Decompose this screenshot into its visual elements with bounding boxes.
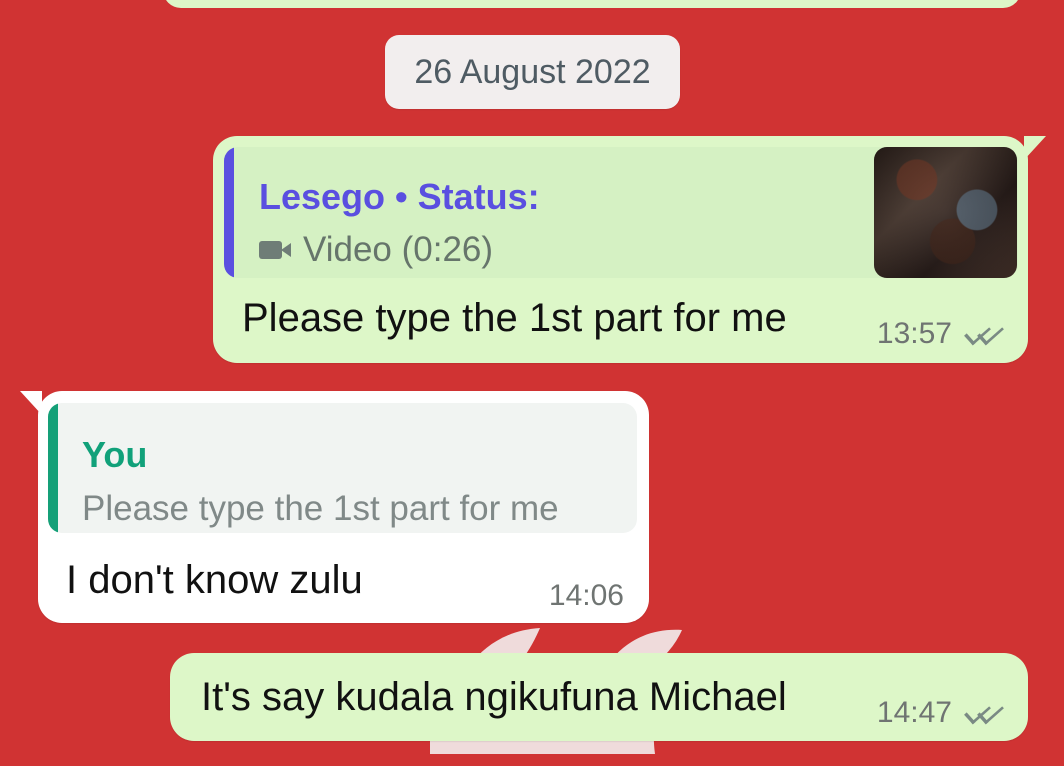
reply-subtitle: Video (0:26) [259, 230, 493, 270]
video-duration-label: Video (0:26) [303, 230, 494, 269]
status-video-thumbnail[interactable] [874, 147, 1017, 278]
reply-accent-bar [224, 147, 234, 278]
reply-author: You [82, 434, 148, 475]
message-bubble-2[interactable]: You Please type the 1st part for me I do… [20, 391, 649, 623]
date-separator: 26 August 2022 [385, 35, 680, 109]
double-check-icon [960, 322, 1004, 346]
message-meta: 13:57 [877, 317, 1004, 351]
message-tail [1024, 136, 1046, 160]
message-time: 14:06 [548, 579, 624, 612]
reply-title: Lesego • Status: [259, 176, 540, 217]
previous-message-fragment [163, 0, 1021, 8]
message-text: I don't know zulu [66, 558, 363, 602]
message-meta: 14:47 [877, 696, 1004, 730]
message-tail [20, 391, 42, 415]
message-bubble-3[interactable]: It's say kudala ngikufuna Michael 14:47 [170, 653, 1028, 741]
video-icon [259, 239, 295, 261]
double-check-icon [960, 701, 1004, 725]
reply-quoted-text: Please type the 1st part for me [82, 489, 559, 528]
chat-background [0, 0, 1064, 766]
message-text: It's say kudala ngikufuna Michael [201, 675, 787, 719]
message-time: 14:47 [876, 696, 952, 729]
reply-accent-bar [48, 403, 58, 533]
message-meta: 14:06 [549, 579, 624, 613]
message-bubble-1[interactable]: Lesego • Status: Video (0:26) Please typ… [213, 136, 1046, 363]
quoted-reply-preview[interactable]: You Please type the 1st part for me [48, 403, 637, 533]
message-time: 13:57 [876, 317, 952, 350]
message-text: Please type the 1st part for me [242, 296, 787, 340]
